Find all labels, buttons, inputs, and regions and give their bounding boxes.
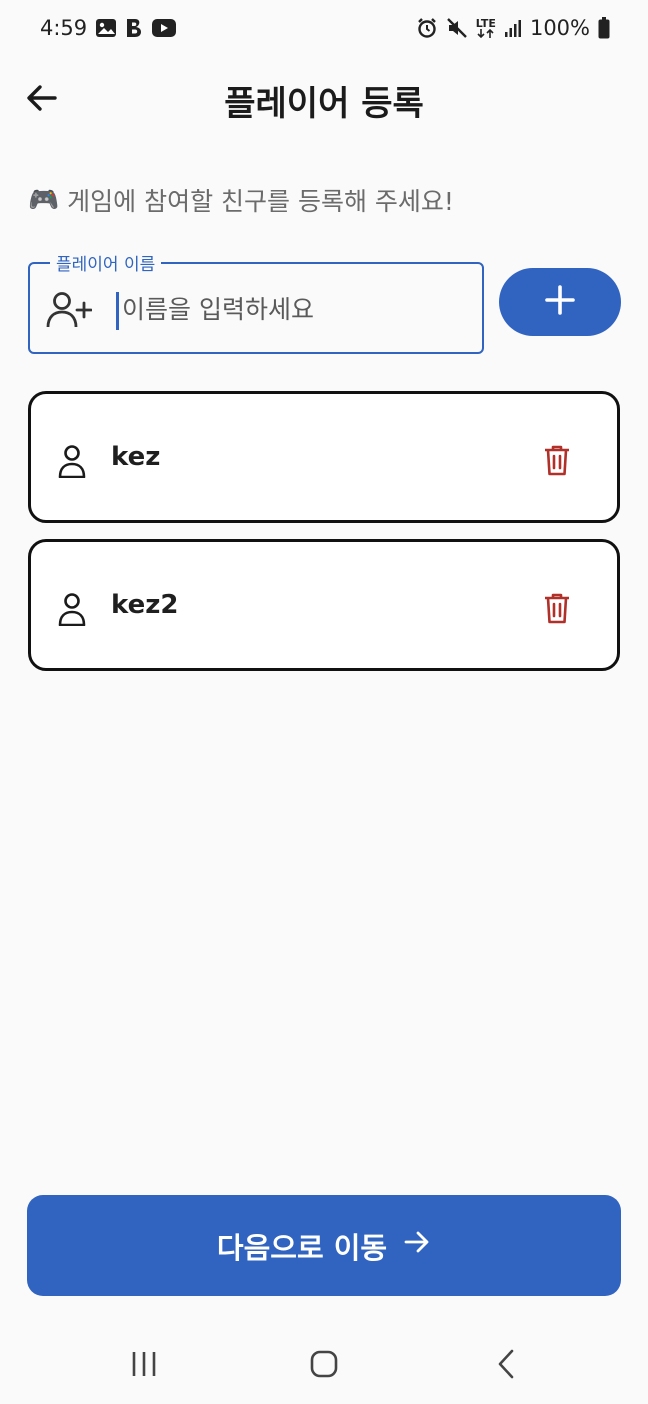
next-button-label: 다음으로 이동 — [216, 1230, 388, 1265]
person-add-icon — [46, 290, 93, 334]
trash-icon[interactable] — [539, 442, 575, 478]
b-icon — [125, 18, 143, 38]
player-card: kez2 — [28, 539, 620, 671]
battery-percent: 100% — [529, 16, 590, 40]
subtitle-text: 게임에 참여할 친구를 등록해 주세요! — [67, 187, 454, 216]
lte-label: LTE — [475, 17, 496, 30]
system-nav-bar — [0, 1322, 648, 1404]
player-name-input[interactable] — [122, 288, 462, 330]
youtube-icon — [151, 18, 177, 38]
gamepad-emoji: 🎮 — [28, 185, 60, 214]
lte-icon: LTE — [476, 18, 496, 38]
mute-icon — [446, 17, 468, 39]
subtitle: 🎮 게임에 참여할 친구를 등록해 주세요! — [28, 182, 454, 218]
home-icon[interactable] — [304, 1346, 344, 1382]
next-button[interactable]: 다음으로 이동 — [27, 1195, 621, 1296]
player-name-label: 플레이어 이름 — [50, 250, 162, 275]
add-player-button[interactable] — [499, 268, 621, 336]
page-title: 플레이어 등록 — [224, 84, 424, 124]
gallery-icon — [95, 18, 117, 38]
app-bar: 플레이어 등록 — [0, 56, 648, 144]
status-left: 4:59 — [40, 16, 177, 40]
back-icon[interactable] — [486, 1346, 526, 1382]
arrow-right-icon — [403, 1228, 431, 1263]
alarm-icon — [416, 17, 438, 39]
trash-icon[interactable] — [539, 590, 575, 626]
battery-icon — [598, 17, 610, 39]
signal-icon — [504, 18, 522, 38]
status-right: LTE 100% — [416, 16, 610, 40]
player-name-field[interactable]: 플레이어 이름 — [28, 250, 484, 354]
plus-icon — [543, 283, 577, 321]
text-cursor — [116, 292, 119, 330]
recents-icon[interactable] — [124, 1346, 164, 1382]
status-time: 4:59 — [40, 16, 88, 40]
person-icon — [57, 444, 87, 482]
player-name: kez2 — [111, 590, 179, 620]
status-bar: 4:59 LTE 100% — [0, 0, 648, 56]
player-card: kez — [28, 391, 620, 523]
player-name: kez — [111, 442, 161, 472]
person-icon — [57, 592, 87, 630]
